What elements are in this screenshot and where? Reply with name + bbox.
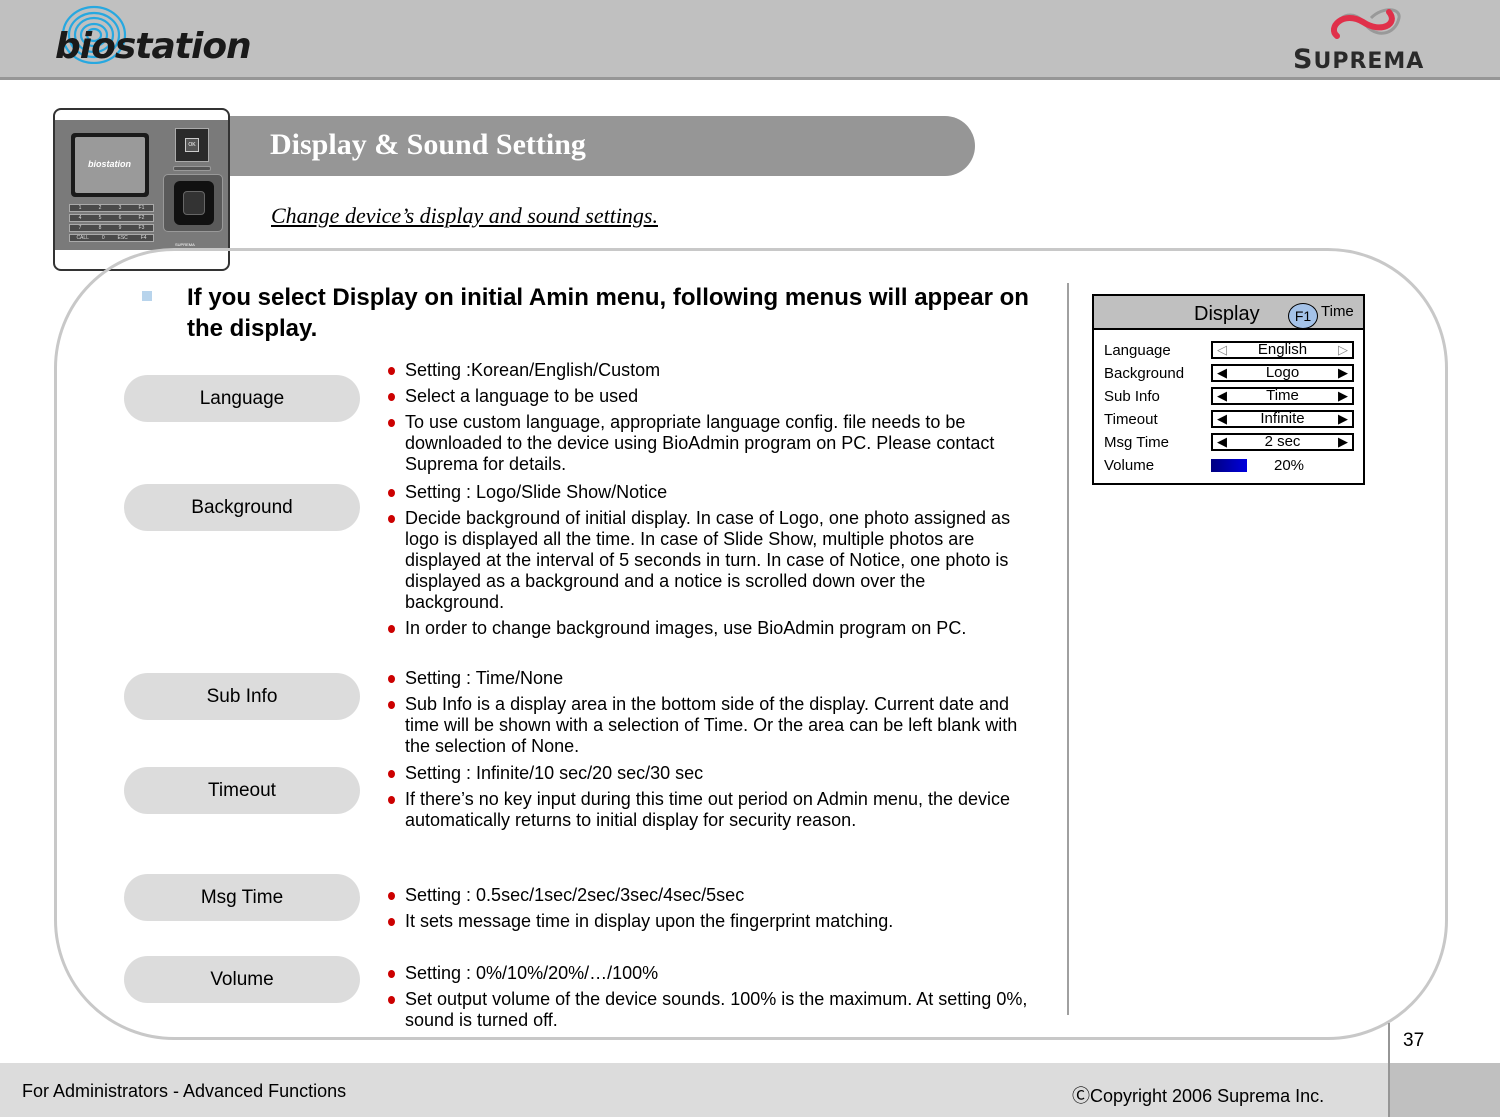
device-screen: biostation: [71, 133, 149, 197]
list-item: In order to change background images, us…: [388, 618, 1028, 639]
left-arrow-icon[interactable]: ◀: [1217, 435, 1227, 449]
device-screen-logo: biostation: [88, 159, 131, 169]
page-title: Display & Sound Setting: [270, 128, 586, 161]
suprema-logo: SUPREMA: [1290, 6, 1450, 75]
display-row-timeout: Timeout ◀ Infinite ▶: [1104, 410, 1356, 430]
biostation-logo: biostation: [52, 0, 262, 78]
red-dot-icon: [388, 515, 395, 523]
keypad-row: 7 8 9 F3: [69, 224, 154, 232]
background-selector[interactable]: ◀ Logo ▶: [1211, 364, 1354, 382]
device-brand: SUPREMA: [175, 242, 195, 247]
right-arrow-icon[interactable]: ▶: [1338, 412, 1348, 426]
page-subtitle: Change device’s display and sound settin…: [271, 203, 658, 228]
device-ok-key: OK: [185, 138, 199, 152]
infinity-loop-icon: [1331, 8, 1401, 39]
red-dot-icon: [388, 419, 395, 427]
page-number: 37: [1403, 1030, 1425, 1051]
list-item: Select a language to be used: [388, 386, 1028, 407]
device-nav-pad: OK: [175, 128, 209, 162]
label-volume: Volume: [124, 956, 360, 1003]
list-item: If there’s no key input during this time…: [388, 789, 1028, 831]
red-dot-icon: [388, 770, 395, 778]
red-dot-icon: [388, 892, 395, 900]
display-row-volume: Volume 20%: [1104, 457, 1305, 474]
label-language: Language: [124, 375, 360, 422]
red-dot-icon: [388, 701, 395, 709]
keypad-row: 1 2 3 F1: [69, 204, 154, 212]
red-dot-icon: [388, 918, 395, 926]
display-menu-title: Display: [1194, 303, 1260, 325]
left-arrow-outline-icon[interactable]: ◁: [1217, 343, 1227, 357]
f1-key-label: Time: [1321, 303, 1354, 320]
biostation-logo-text: biostation: [55, 26, 252, 67]
suprema-logo-text: SUPREMA: [1293, 44, 1425, 75]
device-body: biostation 1 2 3 F1 4 5 6 F2 7 8 9 F3 CALL 0 ESC F4 …: [55, 120, 228, 250]
display-row-msg-time: Msg Time ◀ 2 sec ▶: [1104, 433, 1356, 453]
red-dot-icon: [388, 393, 395, 401]
list-item: Setting : 0.5sec/1sec/2sec/3sec/4sec/5se…: [388, 885, 1028, 906]
red-dot-icon: [388, 675, 395, 683]
label-background: Background: [124, 484, 360, 531]
red-dot-icon: [388, 625, 395, 633]
display-row-sub-info: Sub Info ◀ Time ▶: [1104, 387, 1356, 407]
msg-time-bullets: Setting : 0.5sec/1sec/2sec/3sec/4sec/5se…: [388, 885, 1028, 937]
red-dot-icon: [388, 489, 395, 497]
left-arrow-icon[interactable]: ◀: [1217, 366, 1227, 380]
device-illustration: biostation 1 2 3 F1 4 5 6 F2 7 8 9 F3 CALL 0 ESC F4 …: [53, 108, 230, 271]
red-dot-icon: [388, 796, 395, 804]
fingerprint-sensor: [163, 174, 223, 232]
red-dot-icon: [388, 367, 395, 375]
display-row-background: Background ◀ Logo ▶: [1104, 364, 1356, 384]
msg-time-selector[interactable]: ◀ 2 sec ▶: [1211, 433, 1354, 451]
timeout-selector[interactable]: ◀ Infinite ▶: [1211, 410, 1354, 428]
volume-level-bar[interactable]: [1211, 459, 1247, 472]
footer-copyright: ⒸCopyright 2006 Suprema Inc.: [1072, 1086, 1325, 1106]
list-item: Set output volume of the device sounds. …: [388, 989, 1028, 1031]
language-selector[interactable]: ◁ English ▷: [1211, 341, 1354, 359]
intro-text: If you select Display on initial Amin me…: [187, 284, 1029, 342]
right-arrow-icon[interactable]: ▶: [1338, 389, 1348, 403]
vertical-divider: [1067, 283, 1069, 1015]
right-arrow-icon[interactable]: ▶: [1338, 435, 1348, 449]
sub-info-selector[interactable]: ◀ Time ▶: [1211, 387, 1354, 405]
footer-divider: [1388, 1023, 1390, 1117]
right-arrow-outline-icon[interactable]: ▷: [1338, 343, 1348, 357]
device-keypad: 1 2 3 F1 4 5 6 F2 7 8 9 F3 CALL 0 ESC F4: [69, 204, 154, 244]
language-bullets: Setting :Korean/English/Custom Select a …: [388, 360, 1028, 480]
volume-value: 20%: [1274, 457, 1305, 474]
header-band: biostation SUPREMA: [0, 0, 1500, 80]
volume-bullets: Setting : 0%/10%/20%/…/100% Set output v…: [388, 963, 1028, 1036]
label-msg-time: Msg Time: [124, 874, 360, 921]
right-arrow-icon[interactable]: ▶: [1338, 366, 1348, 380]
sub-info-bullets: Setting : Time/None Sub Info is a displa…: [388, 668, 1028, 762]
keypad-row: 4 5 6 F2: [69, 214, 154, 222]
list-item: Decide background of initial display. In…: [388, 508, 1028, 613]
keypad-row: CALL 0 ESC F4: [69, 234, 154, 242]
label-timeout: Timeout: [124, 767, 360, 814]
red-dot-icon: [388, 996, 395, 1004]
square-bullet-icon: [142, 291, 152, 301]
list-item: Sub Info is a display area in the bottom…: [388, 694, 1028, 757]
list-item: Setting : 0%/10%/20%/…/100%: [388, 963, 1028, 984]
footer-page-block: [1389, 1063, 1500, 1117]
list-item: Setting :Korean/English/Custom: [388, 360, 1028, 381]
device-led-bar: [173, 166, 211, 171]
list-item: Setting : Infinite/10 sec/20 sec/30 sec: [388, 763, 1028, 784]
list-item: Setting : Time/None: [388, 668, 1028, 689]
red-dot-icon: [388, 970, 395, 978]
display-row-language: Language ◁ English ▷: [1104, 341, 1356, 361]
left-arrow-icon[interactable]: ◀: [1217, 412, 1227, 426]
list-item: It sets message time in display upon the…: [388, 911, 1028, 932]
display-menu-header: Display F1 Time: [1094, 296, 1363, 330]
background-bullets: Setting : Logo/Slide Show/Notice Decide …: [388, 482, 1028, 644]
label-sub-info: Sub Info: [124, 673, 360, 720]
footer-section-title: For Administrators - Advanced Functions: [22, 1081, 347, 1101]
timeout-bullets: Setting : Infinite/10 sec/20 sec/30 sec …: [388, 763, 1028, 836]
display-menu-panel: Display F1 Time Language ◁ English ▷ Bac…: [1092, 294, 1365, 485]
list-item: To use custom language, appropriate lang…: [388, 412, 1028, 475]
list-item: Setting : Logo/Slide Show/Notice: [388, 482, 1028, 503]
f1-key-badge[interactable]: F1: [1288, 303, 1318, 329]
left-arrow-icon[interactable]: ◀: [1217, 389, 1227, 403]
